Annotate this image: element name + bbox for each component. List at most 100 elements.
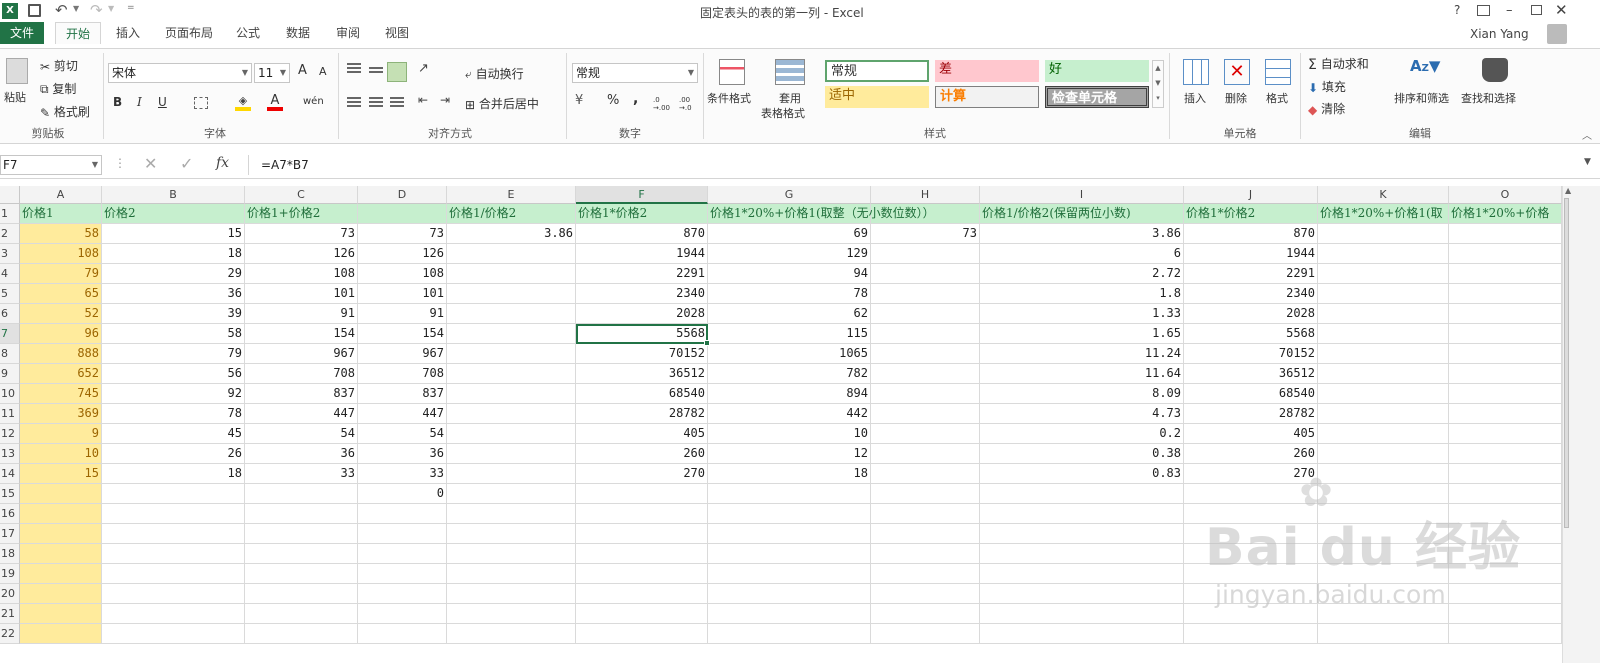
column-header-o[interactable]: O bbox=[1449, 186, 1562, 204]
cell-j2[interactable]: 870 bbox=[1184, 224, 1318, 244]
cell-b6[interactable]: 39 bbox=[102, 304, 245, 324]
style-bad[interactable]: 差 bbox=[935, 60, 1039, 82]
style-calculation[interactable]: 计算 bbox=[935, 86, 1039, 108]
cell-a8[interactable]: 888 bbox=[20, 344, 102, 364]
cell-i20[interactable] bbox=[980, 584, 1184, 604]
cell-k2[interactable] bbox=[1318, 224, 1449, 244]
cell-b2[interactable]: 15 bbox=[102, 224, 245, 244]
cell-a2[interactable]: 58 bbox=[20, 224, 102, 244]
conditional-format-icon[interactable] bbox=[719, 59, 745, 85]
cell-g2[interactable]: 69 bbox=[708, 224, 871, 244]
cell-g11[interactable]: 442 bbox=[708, 404, 871, 424]
cell-b5[interactable]: 36 bbox=[102, 284, 245, 304]
paste-button[interactable]: 粘贴 bbox=[4, 89, 26, 105]
cell-a6[interactable]: 52 bbox=[20, 304, 102, 324]
cell-h12[interactable] bbox=[871, 424, 980, 444]
cell-f21[interactable] bbox=[576, 604, 708, 624]
fill-button[interactable]: ⬇ 填充 bbox=[1308, 78, 1346, 95]
cell-b18[interactable] bbox=[102, 544, 245, 564]
tab-view[interactable]: 视图 bbox=[375, 22, 419, 44]
cell-d12[interactable]: 54 bbox=[358, 424, 447, 444]
row-header[interactable]: 6 bbox=[0, 304, 20, 324]
column-header-k[interactable]: K bbox=[1318, 186, 1449, 204]
cell-g20[interactable] bbox=[708, 584, 871, 604]
cell-h5[interactable] bbox=[871, 284, 980, 304]
cell-f9[interactable]: 36512 bbox=[576, 364, 708, 384]
cell-g12[interactable]: 10 bbox=[708, 424, 871, 444]
cell-h21[interactable] bbox=[871, 604, 980, 624]
cell-h10[interactable] bbox=[871, 384, 980, 404]
cell-h15[interactable] bbox=[871, 484, 980, 504]
cell-i9[interactable]: 11.64 bbox=[980, 364, 1184, 384]
cell-b16[interactable] bbox=[102, 504, 245, 524]
cell-g5[interactable]: 78 bbox=[708, 284, 871, 304]
cell-o6[interactable] bbox=[1449, 304, 1562, 324]
row-header[interactable]: 7 bbox=[0, 324, 20, 344]
cell-e18[interactable] bbox=[447, 544, 576, 564]
cell-g10[interactable]: 894 bbox=[708, 384, 871, 404]
tab-home[interactable]: 开始 bbox=[55, 22, 101, 44]
cell-i17[interactable] bbox=[980, 524, 1184, 544]
row-header[interactable]: 20 bbox=[0, 584, 20, 604]
currency-icon[interactable]: ¥ bbox=[575, 93, 583, 108]
cell-b12[interactable]: 45 bbox=[102, 424, 245, 444]
font-color-icon[interactable]: A bbox=[267, 93, 283, 111]
cell-b21[interactable] bbox=[102, 604, 245, 624]
cell-h3[interactable] bbox=[871, 244, 980, 264]
row-header[interactable]: 8 bbox=[0, 344, 20, 364]
cell-c20[interactable] bbox=[245, 584, 358, 604]
cell-d7[interactable]: 154 bbox=[358, 324, 447, 344]
autosum-button[interactable]: Σ 自动求和 bbox=[1308, 55, 1369, 73]
tab-data[interactable]: 数据 bbox=[276, 22, 320, 44]
cell-d6[interactable]: 91 bbox=[358, 304, 447, 324]
cell-d14[interactable]: 33 bbox=[358, 464, 447, 484]
cell-h20[interactable] bbox=[871, 584, 980, 604]
cell-j13[interactable]: 260 bbox=[1184, 444, 1318, 464]
cell-o9[interactable] bbox=[1449, 364, 1562, 384]
column-header-f[interactable]: F bbox=[576, 186, 708, 204]
cell-e8[interactable] bbox=[447, 344, 576, 364]
cell-c15[interactable] bbox=[245, 484, 358, 504]
clear-button[interactable]: ◆ 清除 bbox=[1308, 100, 1345, 117]
cell-o21[interactable] bbox=[1449, 604, 1562, 624]
cell-j5[interactable]: 2340 bbox=[1184, 284, 1318, 304]
cell-c1[interactable]: 价格1+价格2 bbox=[245, 204, 358, 224]
cell-e2[interactable]: 3.86 bbox=[447, 224, 576, 244]
cell-d5[interactable]: 101 bbox=[358, 284, 447, 304]
cell-e4[interactable] bbox=[447, 264, 576, 284]
bold-button[interactable]: B bbox=[113, 95, 122, 109]
cell-d20[interactable] bbox=[358, 584, 447, 604]
column-header-c[interactable]: C bbox=[245, 186, 358, 204]
increase-indent-icon[interactable]: ⇥ bbox=[440, 93, 450, 107]
cell-f17[interactable] bbox=[576, 524, 708, 544]
cell-f7[interactable]: 5568 bbox=[576, 324, 708, 344]
cell-e3[interactable] bbox=[447, 244, 576, 264]
percent-button[interactable]: % bbox=[607, 93, 619, 108]
minimize-icon[interactable]: – bbox=[1506, 3, 1513, 18]
cell-c12[interactable]: 54 bbox=[245, 424, 358, 444]
scroll-thumb[interactable] bbox=[1564, 198, 1569, 528]
cell-e15[interactable] bbox=[447, 484, 576, 504]
font-name-select[interactable]: 宋体 ▼ bbox=[108, 63, 252, 83]
cell-f2[interactable]: 870 bbox=[576, 224, 708, 244]
cell-i13[interactable]: 0.38 bbox=[980, 444, 1184, 464]
cell-g17[interactable] bbox=[708, 524, 871, 544]
cell-o13[interactable] bbox=[1449, 444, 1562, 464]
cell-e12[interactable] bbox=[447, 424, 576, 444]
cell-i11[interactable]: 4.73 bbox=[980, 404, 1184, 424]
cell-f11[interactable]: 28782 bbox=[576, 404, 708, 424]
cell-h6[interactable] bbox=[871, 304, 980, 324]
cell-c2[interactable]: 73 bbox=[245, 224, 358, 244]
cell-c17[interactable] bbox=[245, 524, 358, 544]
cell-i1[interactable]: 价格1/价格2(保留两位小数) bbox=[980, 204, 1184, 224]
cell-c21[interactable] bbox=[245, 604, 358, 624]
cell-a16[interactable] bbox=[20, 504, 102, 524]
insert-button[interactable]: 插入 bbox=[1184, 90, 1206, 106]
cell-j12[interactable]: 405 bbox=[1184, 424, 1318, 444]
cell-d18[interactable] bbox=[358, 544, 447, 564]
cell-f10[interactable]: 68540 bbox=[576, 384, 708, 404]
cell-c10[interactable]: 837 bbox=[245, 384, 358, 404]
column-header-h[interactable]: H bbox=[871, 186, 980, 204]
restore-icon[interactable] bbox=[1531, 5, 1542, 15]
table-format-button-line1[interactable]: 套用 bbox=[779, 90, 801, 106]
